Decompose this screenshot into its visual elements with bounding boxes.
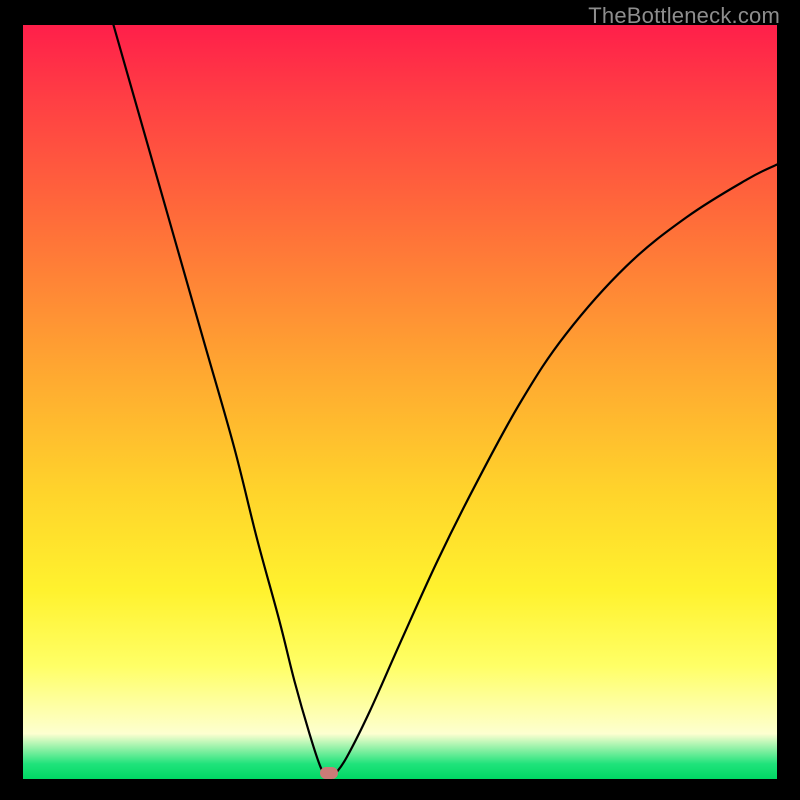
chart-frame: TheBottleneck.com — [0, 0, 800, 800]
bottleneck-curve — [23, 25, 777, 779]
chart-plot-area — [23, 25, 777, 779]
watermark-text: TheBottleneck.com — [588, 3, 780, 29]
optimum-marker — [320, 767, 338, 779]
